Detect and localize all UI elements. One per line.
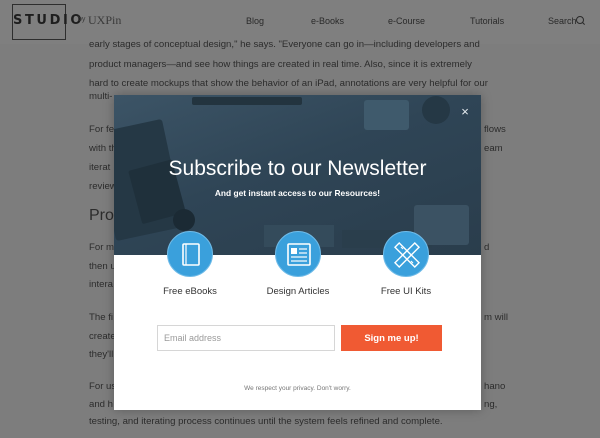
article-icon [275, 231, 321, 277]
feature-label: Free UI Kits [380, 286, 432, 297]
ui-kit-icon [383, 231, 429, 277]
search-icon[interactable] [576, 16, 584, 24]
article-fragment: The fi [89, 312, 113, 323]
article-fragment: then u [89, 261, 116, 272]
logo-brand: UXPin [88, 13, 122, 27]
ebook-icon [167, 231, 213, 277]
article-line: product managers—and see how things are … [89, 59, 472, 70]
nav-blog[interactable]: Blog [246, 16, 264, 26]
nav-ecourse[interactable]: e-Course [388, 16, 425, 26]
article-fragment: For fe [89, 124, 115, 135]
newsletter-modal: × Subscribe to our Newsletter And get in… [114, 95, 481, 410]
nav-ebooks[interactable]: e-Books [311, 16, 344, 26]
subtitle-text: And get instant access to our [214, 188, 335, 198]
article-fragment: m will [484, 312, 508, 323]
article-fragment: hano [484, 381, 506, 392]
email-field[interactable] [157, 325, 335, 351]
modal-subtitle: And get instant access to our Resources! [114, 188, 481, 198]
sign-up-button[interactable]: Sign me up! [341, 325, 442, 351]
article-heading: Pro [89, 207, 114, 224]
article-fragment: For m [89, 242, 115, 253]
logo-by: by [78, 16, 86, 23]
article-fragment: ng, [484, 399, 498, 410]
article-line: hard to create mockups that show the beh… [89, 78, 488, 89]
article-fragment: eam [484, 143, 503, 154]
article-line: early stages of conceptual design," he s… [89, 39, 480, 50]
article-fragment: d [484, 242, 490, 253]
feature-free-ui-kits: Free UI Kits [361, 231, 451, 297]
article-line: testing, and iterating process continues… [89, 416, 443, 427]
subtitle-highlight: Resources! [334, 188, 381, 198]
modal-title: Subscribe to our Newsletter [168, 157, 427, 180]
feature-design-articles: Design Articles [253, 231, 343, 297]
feature-label: Design Articles [266, 286, 330, 297]
article-fragment: they'll [89, 349, 114, 360]
nav-tutorials[interactable]: Tutorials [470, 16, 504, 26]
article-fragment: iterat [89, 162, 111, 173]
article-fragment: For us [89, 381, 117, 392]
close-icon[interactable]: × [458, 105, 472, 119]
nav-search[interactable]: Search [548, 16, 577, 26]
article-line: multi- [89, 91, 113, 102]
article-fragment: create [89, 331, 116, 342]
privacy-note: We respect your privacy. Don't worry. [244, 385, 351, 392]
feature-label: Free eBooks [163, 286, 217, 297]
article-fragment: review [89, 181, 117, 192]
logo-text: STUDIO [13, 13, 85, 28]
article-fragment: intera [89, 279, 113, 290]
article-fragment: with th [89, 143, 117, 154]
article-fragment: flows [484, 124, 506, 135]
feature-free-ebooks: Free eBooks [145, 231, 235, 297]
